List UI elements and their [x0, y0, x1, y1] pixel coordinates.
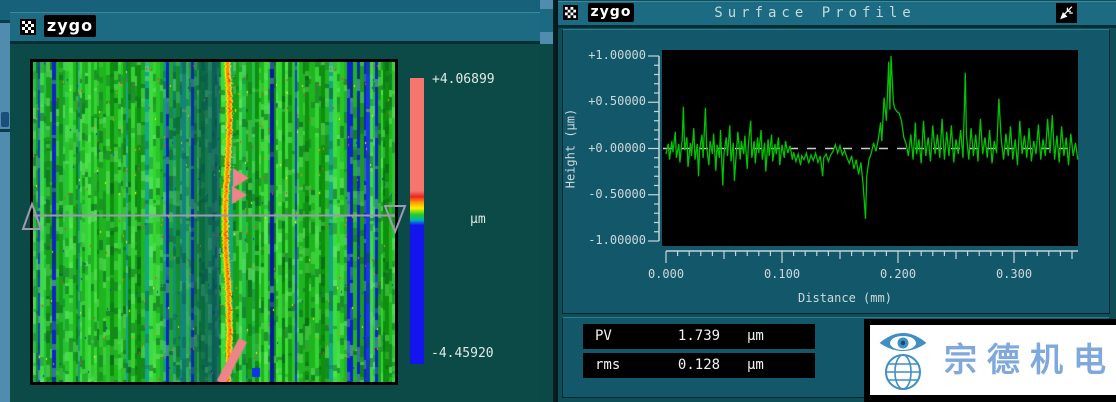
colorbar-unit-label: μm: [470, 212, 486, 227]
window-menu-button[interactable]: [20, 19, 36, 35]
rms-value: 0.128: [583, 353, 815, 378]
x-tick-label: 0.000: [636, 267, 696, 281]
surface-map-canvas: [33, 62, 395, 382]
y-tick-label: -0.50000: [576, 187, 646, 201]
rms-readout: rms 0.128 μm: [583, 353, 815, 378]
pv-readout: PV 1.739 μm: [583, 324, 815, 349]
eye-globe-icon: [874, 327, 936, 393]
y-axis-tick-labels: +1.00000 +0.50000 +0.00000 -0.50000 -1.00000: [576, 0, 646, 300]
x-tick-label: 0.100: [752, 267, 812, 281]
occluded-window-left-strip: [0, 0, 10, 402]
x-axis-title: Distance (mm): [765, 291, 925, 305]
pv-unit: μm: [747, 324, 764, 349]
pv-value: 1.739: [583, 324, 815, 349]
window-title: Surface Profile: [650, 5, 980, 21]
y-tick-label: -1.00000: [576, 233, 646, 247]
height-colorbar: [410, 78, 424, 364]
divider: [0, 129, 10, 132]
y-tick-label: +1.00000: [576, 48, 646, 62]
x-tick-label: 0.300: [984, 267, 1044, 281]
y-tick-label: +0.00000: [576, 141, 646, 155]
zygo-logo: zygo: [44, 15, 96, 37]
y-tick-label: +0.50000: [576, 94, 646, 108]
occluded-window-top-strip: [10, 0, 540, 12]
profile-plot-area: [662, 50, 1078, 246]
occluded-text-fragment: [1, 112, 9, 127]
arrow-sw-icon: [1057, 4, 1076, 22]
x-tick-label: 0.200: [868, 267, 928, 281]
window-tool-button[interactable]: [1056, 3, 1077, 23]
occluded-window-left-strip-top: [0, 0, 10, 20]
divider: [10, 41, 540, 44]
x-axis-tick-labels: 0.000 0.100 0.200 0.300: [0, 267, 1116, 283]
screen: zygo +4.06899 μm -4.45920 zygo Surface P…: [0, 0, 1116, 402]
colorbar-min-label: -4.45920: [431, 346, 494, 361]
watermark-text: 宗德机电: [944, 325, 1116, 395]
rms-unit: μm: [747, 353, 764, 378]
divider: [0, 20, 10, 23]
checker-grid-icon: [21, 20, 35, 34]
colorbar-max-label: +4.06899: [432, 72, 495, 87]
